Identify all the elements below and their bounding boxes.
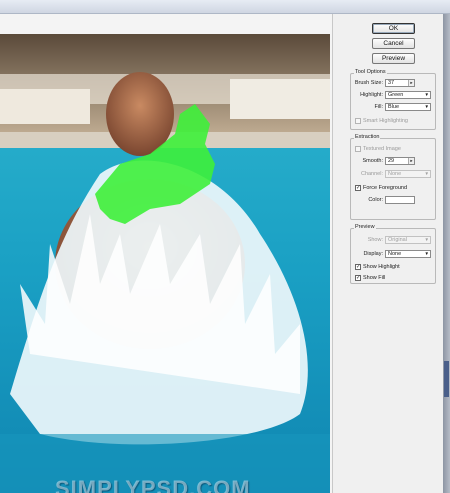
checkmark-icon: ✓ [355, 275, 361, 281]
show-select[interactable]: Original ▼ [385, 236, 431, 244]
display-select[interactable]: None ▼ [385, 250, 431, 258]
preview-group: Preview Show: Original ▼ Display: None ▼… [350, 224, 436, 284]
display-label: Display: [363, 251, 383, 257]
preview-canvas[interactable]: SIMPLYPSD.COM [0, 34, 330, 493]
channel-value: None [388, 171, 402, 177]
preview-canvas-frame: SIMPLYPSD.COM [0, 14, 333, 493]
show-highlight-label: Show Highlight [363, 264, 400, 270]
show-label: Show: [367, 237, 383, 243]
chevron-down-icon: ▼ [424, 237, 429, 242]
cancel-button[interactable]: Cancel [372, 38, 415, 49]
smart-highlighting-label: Smart Highlighting [363, 118, 408, 124]
color-swatch[interactable] [385, 196, 415, 204]
textured-image-checkbox[interactable]: Textured Image [355, 145, 433, 153]
preview-title: Preview [354, 224, 376, 230]
brush-size-field[interactable]: 37 ▸ [385, 79, 415, 87]
dialog-titlebar [0, 0, 450, 14]
checkmark-icon: ✓ [355, 264, 361, 270]
force-foreground-label: Force Foreground [363, 185, 408, 191]
highlight-label: Highlight: [360, 92, 383, 98]
tool-options-title: Tool Options [354, 69, 387, 75]
checkbox-icon [355, 146, 361, 152]
force-foreground-checkbox[interactable]: ✓ Force Foreground [355, 184, 433, 192]
show-fill-label: Show Fill [363, 275, 386, 281]
highlight-select[interactable]: Green ▼ [385, 91, 431, 99]
checkbox-icon [355, 118, 361, 124]
ok-button[interactable]: OK [372, 23, 415, 34]
chevron-down-icon: ▼ [424, 171, 429, 176]
fill-label: Fill: [374, 104, 383, 110]
fill-select[interactable]: Blue ▼ [385, 103, 431, 111]
checkmark-icon: ✓ [355, 185, 361, 191]
smooth-label: Smooth: [362, 158, 383, 164]
smart-highlighting-checkbox[interactable]: Smart Highlighting [355, 117, 433, 125]
window-edge-accent [444, 361, 449, 397]
channel-label: Channel: [360, 171, 383, 177]
channel-select[interactable]: None ▼ [385, 170, 431, 178]
smooth-field[interactable]: 29 ▸ [385, 157, 415, 165]
brush-size-value: 37 [388, 80, 395, 86]
tool-options-group: Tool Options Brush Size: 37 ▸ Highlight:… [350, 69, 436, 130]
extract-options-panel: OK Cancel Preview Tool Options Brush Siz… [333, 14, 443, 493]
chevron-down-icon: ▼ [424, 104, 429, 109]
chevron-down-icon: ▼ [424, 251, 429, 256]
show-value: Original [388, 237, 407, 243]
canvas-image [0, 34, 330, 493]
window-edge [443, 14, 450, 493]
color-label: Color: [368, 197, 383, 203]
slider-arrow-icon[interactable]: ▸ [408, 158, 414, 164]
brush-size-label: Brush Size: [354, 80, 383, 86]
smooth-value: 29 [388, 158, 395, 164]
show-highlight-checkbox[interactable]: ✓ Show Highlight [355, 263, 433, 271]
display-value: None [388, 251, 402, 257]
show-fill-checkbox[interactable]: ✓ Show Fill [355, 274, 433, 282]
textured-image-label: Textured Image [363, 146, 401, 152]
slider-arrow-icon[interactable]: ▸ [408, 80, 414, 86]
highlight-value: Green [388, 92, 404, 98]
extraction-group: Extraction Textured Image Smooth: 29 ▸ C… [350, 134, 436, 220]
chevron-down-icon: ▼ [424, 92, 429, 97]
extraction-title: Extraction [354, 134, 381, 140]
fill-value: Blue [388, 104, 400, 110]
watermark-text: SIMPLYPSD.COM [55, 476, 251, 493]
preview-button[interactable]: Preview [372, 53, 415, 64]
